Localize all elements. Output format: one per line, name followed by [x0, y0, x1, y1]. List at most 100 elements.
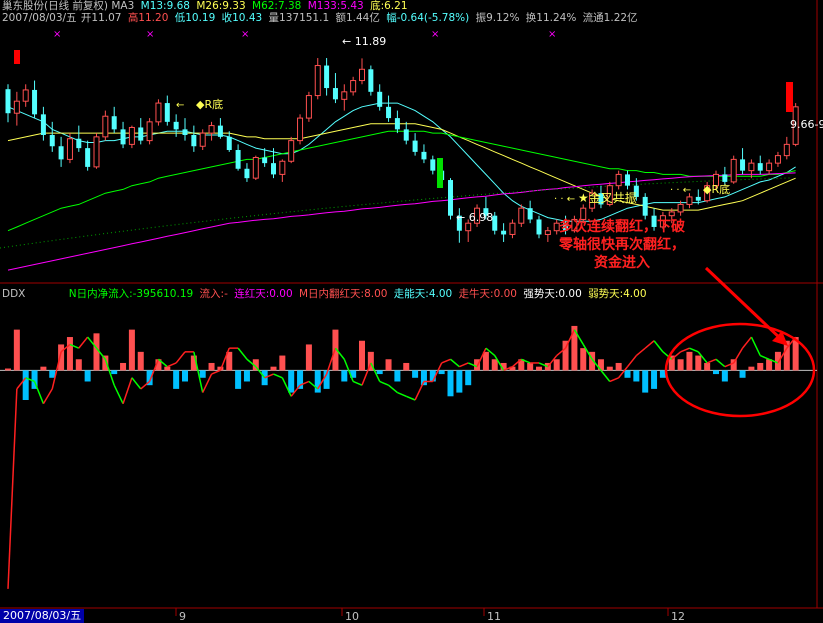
note-line-2: 零轴很快再次翻红， [559, 237, 685, 253]
date-label: 2007/08/03/五 [2, 12, 77, 24]
ddx-bar [713, 370, 719, 375]
candle-body [766, 162, 773, 172]
low-price-label: ← 6.98 [456, 211, 493, 224]
signal-mark: × [53, 29, 61, 40]
candle-body [182, 129, 188, 135]
ddx-bar [412, 370, 419, 378]
candle-body [102, 115, 109, 138]
ddx-inflow: 流入:- [199, 288, 228, 300]
month-label: 11 [487, 610, 501, 623]
ddx-bar [615, 362, 622, 371]
candle [111, 106, 117, 134]
ddx-bar [642, 370, 649, 393]
candlesticks[interactable] [5, 50, 799, 243]
candle-body [40, 114, 46, 135]
candle [102, 110, 109, 141]
candle-body [501, 230, 507, 235]
candle-body [58, 146, 64, 160]
candle-body [740, 159, 746, 171]
ddx-bar [394, 370, 401, 382]
candle-body [164, 103, 170, 122]
ma62-line [7, 130, 796, 232]
candle [341, 84, 348, 111]
candle [155, 99, 162, 126]
ddx-bar [606, 366, 613, 371]
ddx-bar [84, 370, 91, 382]
candle-body [155, 102, 162, 123]
candle [297, 114, 304, 145]
r-bottom-label: ◆R底 [196, 97, 223, 111]
ddx-line-segment [388, 384, 398, 394]
ddx-bar [677, 359, 684, 371]
candle-body [350, 80, 357, 93]
ddx-line-segment [397, 391, 407, 397]
r-bottom-arrow: · · ← [670, 185, 691, 196]
candle-body [22, 89, 29, 102]
last-price-label: 9.66-9 [790, 118, 823, 131]
candle [615, 170, 622, 190]
candle-body [448, 180, 453, 216]
stock-chart[interactable]: 9 10 11 12× × × × × ← 11.89← 6.989.66-9★金叉共振· ·… [0, 0, 823, 623]
candle [85, 140, 91, 171]
candle [305, 91, 312, 122]
candle [430, 155, 436, 175]
candle-body [341, 91, 348, 100]
annotations: ← 11.89← 6.989.66-9★金叉共振· · ←◆R底· · ←◆R底… [176, 35, 823, 418]
highlight-arrow [704, 266, 784, 342]
candle [262, 148, 268, 167]
candle-body [394, 118, 400, 130]
ddx-net-inflow: N日内净流入:-395610.19 [68, 288, 194, 300]
candle [226, 131, 232, 152]
candle-body [226, 136, 232, 150]
ddx-line-segment [405, 395, 416, 401]
ddx-bar [491, 359, 498, 371]
ddx-bar [314, 370, 321, 393]
candle-body [199, 132, 206, 147]
candle-body [509, 222, 516, 235]
candle [40, 106, 46, 141]
ddx-line-segment [750, 336, 761, 356]
candle-body [32, 89, 38, 115]
candle [740, 148, 746, 175]
ddx-bar [580, 348, 587, 371]
ddx-bar [270, 366, 277, 371]
ddx-line-segment [379, 380, 389, 386]
signal-mark: × [146, 29, 154, 40]
ddx-indicator[interactable] [0, 325, 817, 589]
ddx-bar [235, 370, 242, 389]
candle-body [217, 125, 223, 137]
signal-mark: × [548, 29, 556, 40]
ddx-bar [536, 366, 542, 371]
change-label: 幅-0.64(-5.78%) [386, 12, 470, 24]
candle [421, 144, 427, 164]
ddx-line-segment [352, 380, 363, 386]
ddx-bar [111, 370, 118, 375]
candle [766, 159, 773, 175]
candle-body [173, 121, 179, 130]
candle-body [421, 151, 427, 160]
candle-body [368, 69, 374, 92]
vol-label: 量137151.1 [268, 12, 330, 24]
candle-body [783, 143, 790, 157]
ddx-line-segment [450, 358, 460, 368]
close-label: 收10.43 [221, 12, 263, 24]
candle [128, 125, 135, 149]
ddx-bar [739, 370, 746, 378]
ddx-bar [199, 370, 206, 378]
candle-body [146, 121, 153, 142]
candle-body [695, 196, 701, 201]
ddx-bar [527, 362, 534, 371]
ddx-bar [774, 351, 781, 371]
ddx-bar [748, 366, 755, 371]
candle [32, 80, 38, 119]
ddx-bar [730, 359, 737, 371]
ma13-line [7, 102, 796, 222]
float-label: 流通1.22亿 [582, 12, 638, 24]
ddx-bar [49, 370, 56, 378]
candle-body [271, 163, 276, 175]
ddx-bar [341, 370, 348, 382]
ddx-line-segment [644, 340, 655, 349]
analysis-note: 多次连续翻红，下破 零轴很快再次翻红， 资金进入 [532, 218, 712, 272]
ddx-bar [243, 370, 250, 382]
candle [783, 136, 790, 160]
